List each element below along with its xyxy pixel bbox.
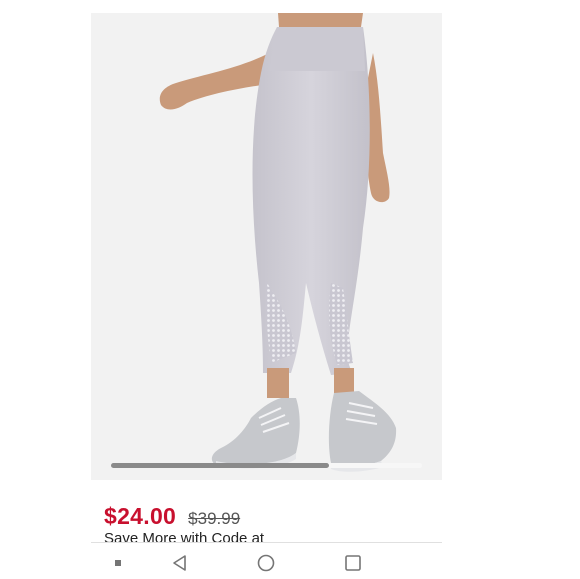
menu-dot-icon[interactable] bbox=[98, 547, 138, 579]
sale-price: $24.00 bbox=[104, 503, 177, 529]
product-image[interactable] bbox=[91, 13, 442, 480]
divider bbox=[91, 542, 442, 543]
android-nav-bar bbox=[0, 547, 580, 579]
image-scrollbar[interactable] bbox=[111, 463, 422, 468]
home-circle-icon[interactable] bbox=[246, 547, 286, 579]
original-price: $39.99 bbox=[188, 509, 241, 528]
leggings-photo bbox=[91, 13, 442, 480]
price-row: $24.00 $39.99 bbox=[104, 503, 240, 530]
product-page: $24.00 $39.99 Save More with Code at bbox=[0, 0, 580, 579]
back-triangle-icon[interactable] bbox=[160, 547, 200, 579]
image-scrollbar-thumb[interactable] bbox=[111, 463, 329, 468]
promo-text[interactable]: Save More with Code at bbox=[104, 529, 264, 543]
recents-square-icon[interactable] bbox=[333, 547, 373, 579]
